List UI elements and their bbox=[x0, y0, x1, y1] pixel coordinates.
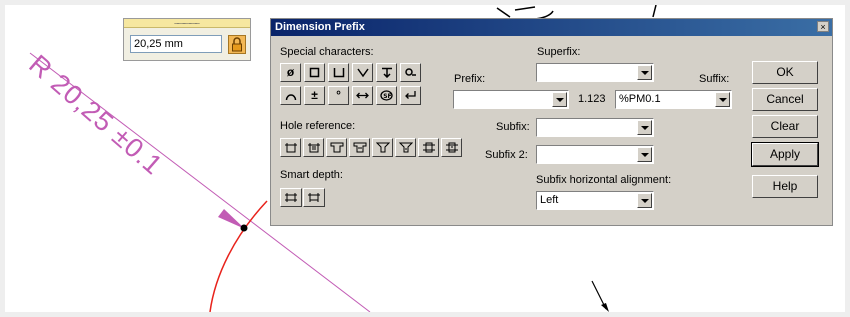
chevron-down-icon[interactable] bbox=[637, 120, 652, 135]
clear-button[interactable]: Clear bbox=[752, 115, 818, 138]
alignment-value: Left bbox=[540, 194, 559, 206]
arc-point bbox=[240, 224, 248, 232]
drag-grip[interactable]: ………………… bbox=[124, 19, 250, 28]
chevron-down-icon[interactable] bbox=[552, 92, 567, 107]
close-icon[interactable]: × bbox=[817, 21, 829, 32]
return-icon[interactable] bbox=[400, 86, 421, 105]
subfix2-label: Subfix 2: bbox=[485, 149, 528, 161]
square-icon[interactable] bbox=[304, 63, 325, 82]
hole-thread-icon[interactable] bbox=[303, 138, 324, 157]
prefix-dropdown[interactable] bbox=[453, 90, 569, 109]
hole-counterbore-thread-icon[interactable] bbox=[349, 138, 370, 157]
dimension-value: 1.123 bbox=[578, 93, 606, 105]
spot-face-icon[interactable]: SF bbox=[376, 86, 397, 105]
hole-countersink-icon[interactable] bbox=[372, 138, 393, 157]
cancel-button[interactable]: Cancel bbox=[752, 88, 818, 111]
diameter-icon[interactable]: ø bbox=[280, 63, 301, 82]
hole-tapered-thread-icon[interactable] bbox=[441, 138, 462, 157]
title-bar[interactable]: Dimension Prefix × bbox=[271, 19, 832, 36]
chevron-down-icon[interactable] bbox=[637, 65, 652, 80]
smart-depth-label: Smart depth: bbox=[280, 169, 343, 181]
hole-reference-label: Hole reference: bbox=[280, 120, 356, 132]
arc-icon[interactable] bbox=[400, 63, 421, 82]
hole-simple-icon[interactable] bbox=[280, 138, 301, 157]
sketch-mark bbox=[652, 5, 657, 18]
hole-countersink-thread-icon[interactable] bbox=[395, 138, 416, 157]
subfix-label: Subfix: bbox=[496, 121, 530, 133]
help-button[interactable]: Help bbox=[752, 175, 818, 198]
apply-button[interactable]: Apply bbox=[751, 142, 819, 167]
svg-text:SF: SF bbox=[383, 93, 391, 100]
countersink-icon[interactable] bbox=[352, 63, 373, 82]
superfix-label: Superfix: bbox=[537, 46, 581, 58]
superfix-dropdown[interactable] bbox=[536, 63, 654, 82]
chevron-down-icon[interactable] bbox=[637, 147, 652, 162]
hole-tapered-icon[interactable] bbox=[418, 138, 439, 157]
depth-thru-icon[interactable] bbox=[280, 188, 302, 207]
suffix-value: %PM0.1 bbox=[619, 93, 661, 105]
alignment-dropdown[interactable]: Left bbox=[536, 191, 654, 210]
dimension-arrowhead bbox=[218, 209, 245, 229]
depth-icon[interactable] bbox=[376, 63, 397, 82]
radius-arc bbox=[209, 200, 268, 312]
chevron-down-icon[interactable] bbox=[715, 92, 730, 107]
depth-blind-icon[interactable] bbox=[303, 188, 325, 207]
arc-length-icon[interactable] bbox=[280, 86, 301, 105]
ok-button[interactable]: OK bbox=[752, 61, 818, 84]
value-edit-box[interactable]: ………………… bbox=[123, 18, 251, 61]
subfix-dropdown[interactable] bbox=[536, 118, 654, 137]
dimension-value-input[interactable] bbox=[130, 35, 222, 53]
chevron-down-icon[interactable] bbox=[637, 193, 652, 208]
sketch-arrowhead bbox=[601, 303, 609, 312]
special-characters-label: Special characters: bbox=[280, 46, 374, 58]
dialog-title: Dimension Prefix bbox=[275, 21, 365, 33]
prefix-label: Prefix: bbox=[454, 73, 486, 85]
lock-icon bbox=[232, 37, 242, 52]
both-direction-icon[interactable] bbox=[352, 86, 373, 105]
lock-button[interactable] bbox=[228, 35, 246, 54]
dimension-prefix-dialog: Dimension Prefix × Special characters: ø… bbox=[270, 18, 833, 226]
plus-minus-icon[interactable]: ± bbox=[304, 86, 325, 105]
hole-counterbore-icon[interactable] bbox=[326, 138, 347, 157]
degree-icon[interactable]: ° bbox=[328, 86, 349, 105]
suffix-label: Suffix: bbox=[699, 73, 730, 85]
counterbore-icon[interactable] bbox=[328, 63, 349, 82]
subfix2-dropdown[interactable] bbox=[536, 145, 654, 164]
alignment-label: Subfix horizontal alignment: bbox=[536, 174, 672, 186]
suffix-dropdown[interactable]: %PM0.1 bbox=[615, 90, 732, 109]
